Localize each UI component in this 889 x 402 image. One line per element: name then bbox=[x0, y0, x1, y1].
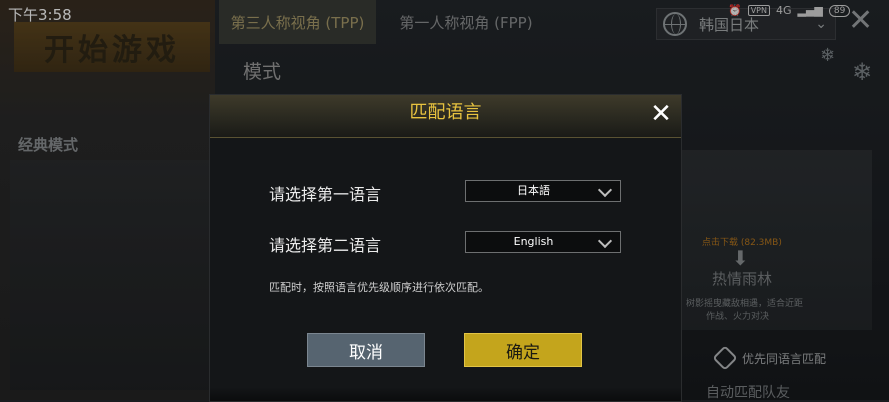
cancel-button[interactable]: 取消 bbox=[307, 333, 425, 367]
dialog-title: 匹配语言 bbox=[409, 102, 482, 123]
match-language-dialog: 匹配语言 ✕ 请选择第一语言 日本語 请选择第二语言 English 匹配时，按… bbox=[209, 94, 682, 402]
first-language-value: 日本語 bbox=[517, 184, 550, 197]
first-language-select[interactable]: 日本語 bbox=[465, 180, 621, 202]
second-language-value: English bbox=[513, 235, 554, 248]
second-language-label: 请选择第二语言 bbox=[269, 236, 382, 255]
close-icon[interactable]: ✕ bbox=[648, 101, 674, 128]
first-language-label: 请选择第一语言 bbox=[269, 185, 382, 204]
confirm-button[interactable]: 确定 bbox=[464, 333, 582, 367]
second-language-select[interactable]: English bbox=[465, 231, 621, 253]
match-hint: 匹配时，按照语言优先级顺序进行依次匹配。 bbox=[269, 281, 489, 294]
dialog-shade bbox=[210, 387, 681, 401]
